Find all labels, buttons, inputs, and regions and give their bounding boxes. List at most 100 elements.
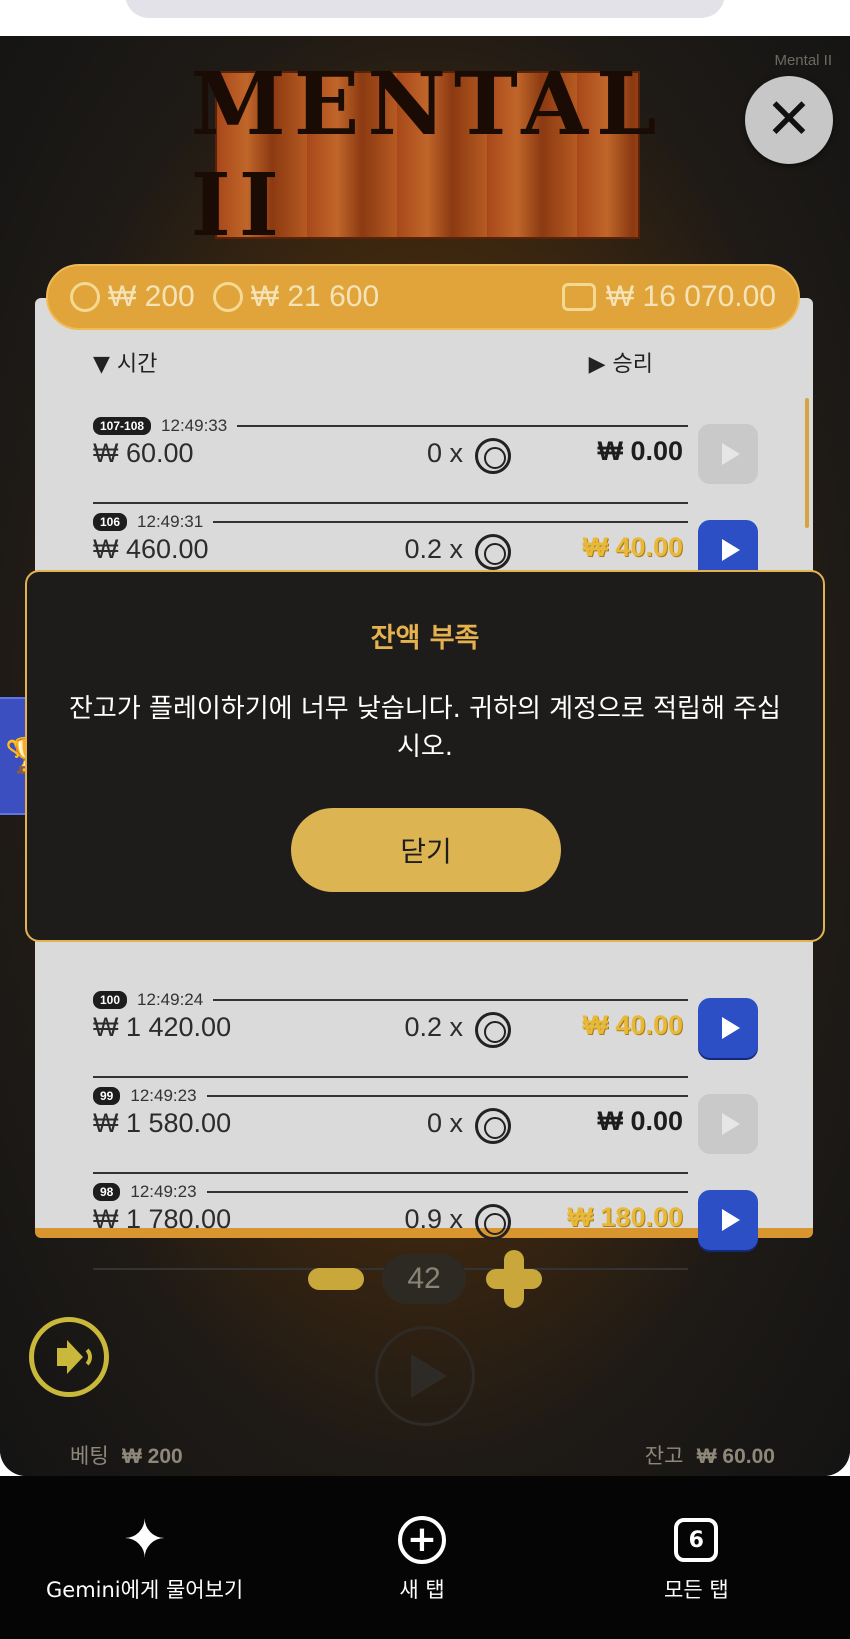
row-divider (206, 1191, 688, 1193)
row-meta: 99 12:49:23 (93, 1086, 688, 1106)
round-badge: 106 (93, 513, 128, 531)
column-time[interactable]: ▼ 시간 (93, 346, 157, 378)
browser-top-bar (0, 0, 850, 36)
row-multiplier: 0 x (426, 438, 463, 468)
coin-icon (475, 438, 511, 474)
play-icon (721, 443, 740, 465)
dialog-title: 잔액 부족 (370, 623, 480, 654)
replay-button (698, 424, 758, 484)
row-win: ₩ 40.00 (582, 1010, 683, 1040)
logo-text: MENTAL II (190, 54, 665, 256)
row-time: 12:49:33 (161, 416, 228, 435)
play-icon (721, 1017, 740, 1039)
balance-info: 잔고 ₩ 60.00 (645, 1440, 775, 1470)
stat-bet: ₩ 200 (70, 280, 195, 314)
row-meta: 107-108 12:49:33 (93, 416, 688, 436)
row-multiplier: 0.9 x (404, 1204, 463, 1234)
row-time: 12:49:24 (137, 990, 204, 1009)
row-separator (93, 502, 688, 504)
insufficient-balance-dialog: 잔액 부족 잔고가 플레이하기에 너무 낮습니다. 귀하의 계정으로 적립해 주… (25, 570, 825, 942)
coin-icon (70, 282, 100, 312)
row-win: ₩ 0.00 (597, 1106, 683, 1136)
sound-toggle[interactable] (29, 1317, 109, 1397)
row-time: 12:49:23 (130, 1182, 197, 1201)
row-separator (93, 1172, 688, 1174)
dialog-message: 잔고가 플레이하기에 너무 낮습니다. 귀하의 계정으로 적립해 주십시오. (69, 694, 781, 762)
sound-wave-icon (80, 1345, 92, 1369)
nav-gemini[interactable]: ✦ Gemini에게 물어보기 (46, 1512, 243, 1604)
nav-new-tab-label: 새 탭 (399, 1578, 445, 1602)
stat-wallet-value: ₩ 16 070.00 (605, 280, 776, 313)
close-icon: ✕ (765, 87, 813, 152)
coin-icon (475, 1012, 511, 1048)
browser-bottom-nav: ✦ Gemini에게 물어보기 + 새 탭 6 모든 탭 (0, 1476, 850, 1639)
address-bar[interactable] (125, 0, 725, 18)
coin-icon (475, 534, 511, 570)
nav-new-tab[interactable]: + 새 탭 (398, 1512, 446, 1604)
coin-icon (475, 1108, 511, 1144)
round-count: 42 (382, 1254, 466, 1304)
nav-gemini-label: Gemini에게 물어보기 (46, 1578, 244, 1602)
plus-circle-icon: + (398, 1516, 446, 1564)
nav-all-tabs[interactable]: 6 모든 탭 (664, 1512, 729, 1604)
tabs-icon: 6 (674, 1518, 719, 1562)
stats-bar: ₩ 200 ₩ 21 600 ₩ 16 070.00 (46, 264, 800, 330)
column-win[interactable]: ▶ 승리 (589, 346, 653, 378)
replay-button (698, 1094, 758, 1154)
history-scrollbar[interactable] (805, 398, 809, 528)
coin-icon (475, 1204, 511, 1240)
row-divider (237, 425, 688, 427)
stat-max-win: ₩ 21 600 (212, 280, 379, 314)
replay-button[interactable] (698, 1190, 758, 1250)
replay-button[interactable] (698, 998, 758, 1058)
round-badge: 107-108 (93, 417, 152, 435)
row-divider (206, 1095, 688, 1097)
play-icon (411, 1354, 447, 1398)
row-bet: ₩ 1 420.00 (93, 1012, 232, 1042)
play-icon (721, 539, 740, 561)
close-game-button[interactable]: ✕ (745, 76, 833, 164)
decrease-button[interactable] (308, 1268, 364, 1290)
balance-value: ₩ 60.00 (696, 1445, 775, 1468)
plus-icon-vertical (504, 1250, 524, 1308)
row-divider (213, 999, 688, 1001)
round-badge: 99 (93, 1087, 121, 1105)
sparkle-icon: ✦ (122, 1510, 167, 1570)
stat-wallet: ₩ 16 070.00 (561, 280, 776, 314)
bet-info: 베팅 ₩ 200 (70, 1440, 183, 1470)
history-row: 99 12:49:23 ₩ 1 580.00 0 x ₩ 0.00 (93, 1086, 793, 1182)
row-win: ₩ 180.00 (567, 1202, 683, 1232)
row-bet: ₩ 1 780.00 (93, 1204, 232, 1234)
row-time: 12:49:31 (137, 512, 204, 531)
row-meta: 98 12:49:23 (93, 1182, 688, 1202)
row-win: ₩ 40.00 (582, 532, 683, 562)
speaker-icon (57, 1340, 83, 1374)
stat-bet-value: ₩ 200 (108, 280, 195, 313)
round-badge: 100 (93, 991, 128, 1009)
history-row: 100 12:49:24 ₩ 1 420.00 0.2 x ₩ 40.00 (93, 990, 793, 1086)
row-meta: 100 12:49:24 (93, 990, 688, 1010)
row-separator (93, 1076, 688, 1078)
nav-all-tabs-label: 모든 탭 (664, 1578, 729, 1602)
row-time: 12:49:23 (130, 1086, 197, 1105)
round-badge: 98 (93, 1183, 121, 1201)
row-win: ₩ 0.00 (597, 436, 683, 466)
game-name: Mental II (774, 52, 832, 69)
row-bet: ₩ 1 580.00 (93, 1108, 232, 1138)
bet-label: 베팅 (70, 1444, 109, 1468)
bet-value: ₩ 200 (122, 1445, 183, 1468)
play-icon (721, 1209, 740, 1231)
row-meta: 106 12:49:31 (93, 512, 688, 532)
smile-coin-icon (212, 282, 243, 312)
row-divider (213, 521, 688, 523)
wallet-icon (561, 283, 596, 311)
balance-label: 잔고 (644, 1444, 684, 1468)
history-row: 107-108 12:49:33 ₩ 60.00 0 x ₩ 0.00 (93, 416, 793, 512)
play-icon (721, 1113, 740, 1135)
history-header: ▼ 시간 ▶ 승리 (93, 346, 753, 378)
row-multiplier: 0 x (426, 1108, 463, 1138)
row-bet: ₩ 460.00 (93, 534, 209, 564)
row-multiplier: 0.2 x (404, 534, 463, 564)
dialog-close-button[interactable]: 닫기 (291, 808, 561, 892)
spin-button[interactable] (375, 1326, 475, 1426)
